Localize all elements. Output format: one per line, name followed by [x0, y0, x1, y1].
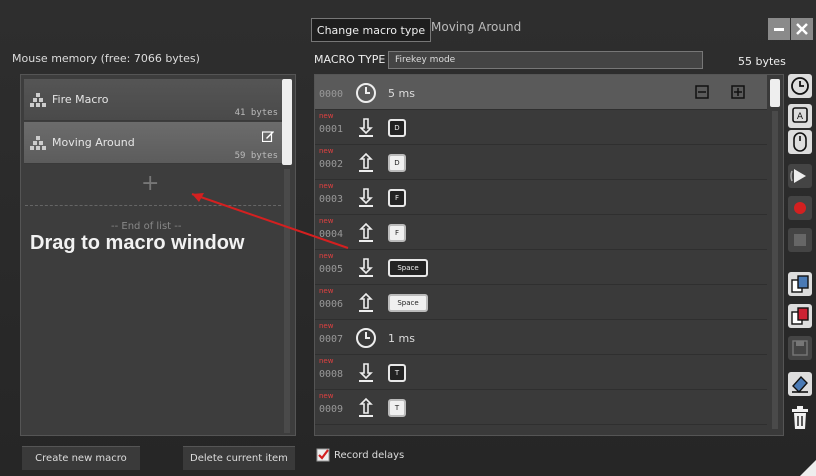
resize-grip-icon[interactable] — [796, 456, 816, 476]
macro-editor-window: Change macro type Moving Around Mouse me… — [0, 0, 816, 476]
drag-annotation-arrow — [191, 193, 349, 249]
